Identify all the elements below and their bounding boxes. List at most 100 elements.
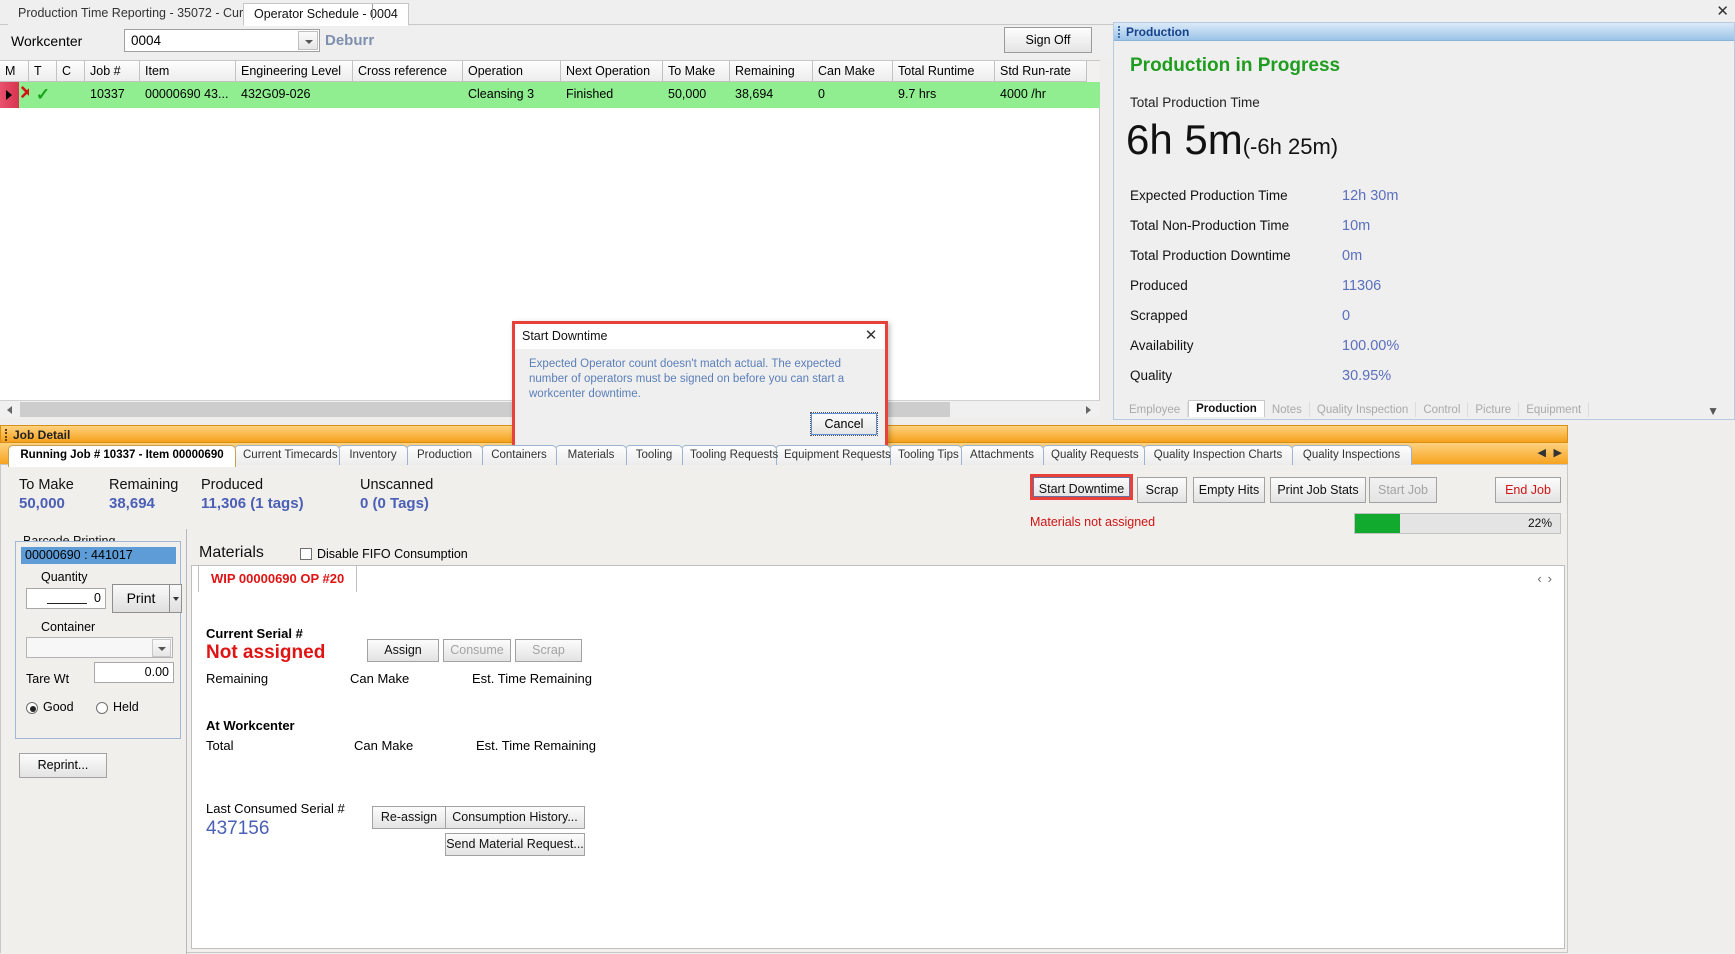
grid-column-header[interactable]: Job #	[85, 61, 140, 82]
stat-value: 50,000	[19, 495, 65, 512]
materials-wip-tab[interactable]: WIP 00000690 OP #20	[198, 565, 358, 592]
scrap-button[interactable]: Scrap	[1137, 477, 1187, 503]
empty-hits-button[interactable]: Empty Hits	[1193, 477, 1265, 503]
production-panel-expand-icon[interactable]: ▼	[1707, 404, 1719, 418]
start-job-button: Start Job	[1369, 477, 1437, 503]
job-detail-tab-tooling-tips[interactable]: Tooling Tips	[889, 445, 962, 465]
scroll-right-icon[interactable]	[1079, 401, 1096, 417]
grid-column-header[interactable]: To Make	[663, 61, 730, 82]
tabs-next-icon[interactable]: ▶	[1554, 446, 1562, 459]
start-downtime-button[interactable]: Start Downtime	[1030, 474, 1133, 500]
production-tab-control[interactable]: Control	[1416, 402, 1469, 417]
chevron-down-icon[interactable]	[152, 639, 171, 657]
metric-label: Expected Production Time	[1130, 188, 1288, 203]
job-detail-tab-materials[interactable]: Materials	[555, 445, 627, 465]
metric-value: 11306	[1342, 278, 1382, 294]
production-tab-employee[interactable]: Employee	[1122, 402, 1189, 417]
container-select[interactable]	[26, 637, 173, 658]
grid-column-header[interactable]: Cross reference	[353, 61, 463, 82]
radio-label: Held	[113, 700, 139, 714]
close-icon[interactable]: ✕	[1716, 2, 1729, 20]
tab-production-time-reporting[interactable]: Production Time Reporting - 35072 - Curr…	[8, 3, 275, 25]
close-icon[interactable]: ✕	[863, 328, 879, 344]
job-detail-tab-inventory[interactable]: Inventory	[338, 445, 408, 465]
consumption-history-button[interactable]: Consumption History...	[445, 806, 585, 829]
nav-prev-icon[interactable]: ‹	[1537, 571, 1547, 586]
print-job-stats-button[interactable]: Print Job Stats	[1270, 477, 1366, 503]
disable-fifo-checkbox[interactable]: Disable FIFO Consumption	[300, 547, 468, 561]
row-selector-icon[interactable]	[0, 82, 19, 108]
progress-percent-label: 22%	[1527, 516, 1552, 530]
workcenter-row: Workcenter 0004 Deburr	[0, 26, 1112, 58]
production-tab-picture[interactable]: Picture	[1468, 402, 1520, 417]
metric-label: Quality	[1130, 368, 1173, 383]
can-make-label: Can Make	[350, 671, 410, 686]
radio-held[interactable]: Held	[96, 700, 139, 714]
grid-column-header[interactable]: Std Run-rate	[995, 61, 1087, 82]
print-dropdown-icon[interactable]	[169, 584, 182, 613]
metric-row: Expected Production Time 12h 30m	[1130, 185, 1600, 215]
production-tab-notes[interactable]: Notes	[1265, 402, 1310, 417]
tab-operator-schedule[interactable]: Operator Schedule - 0004	[243, 3, 409, 26]
materials-warning: Materials not assigned	[1030, 515, 1156, 529]
grid-column-header[interactable]: Remaining	[730, 61, 813, 82]
total-production-time-value: 6h 5m(-6h 25m)	[1126, 116, 1338, 164]
grid-column-header[interactable]: Total Runtime	[893, 61, 995, 82]
cancel-button[interactable]: Cancel	[810, 412, 878, 436]
metric-value: 0m	[1342, 248, 1363, 264]
grid-column-header[interactable]: M	[0, 61, 29, 82]
job-detail-tab-containers[interactable]: Containers	[481, 445, 557, 465]
job-detail-tab-equipment-requests[interactable]: Equipment Requests	[775, 445, 891, 465]
grid-column-header[interactable]: Next Operation	[561, 61, 663, 82]
job-detail-tab-quality-inspections[interactable]: Quality Inspections	[1291, 445, 1412, 465]
job-detail-tab-running-job-10337-item-00000690[interactable]: Running Job # 10337 - Item 00000690	[8, 445, 236, 467]
tabs-prev-icon[interactable]: ◀	[1538, 446, 1546, 459]
job-detail-tab-attachments[interactable]: Attachments	[960, 445, 1044, 465]
assign-button[interactable]: Assign	[367, 639, 439, 662]
metric-label: Total Production Downtime	[1130, 248, 1291, 263]
radio-icon	[96, 702, 108, 714]
scroll-left-icon[interactable]	[2, 401, 19, 417]
production-tab-quality-inspection[interactable]: Quality Inspection	[1310, 402, 1417, 417]
grid-cell: Finished	[566, 87, 614, 101]
materials-nav[interactable]: ‹›	[1537, 571, 1558, 586]
nav-next-icon[interactable]: ›	[1548, 571, 1558, 586]
workcenter-select[interactable]: 0004	[124, 29, 320, 52]
job-detail-tab-tooling-requests[interactable]: Tooling Requests	[681, 445, 778, 465]
progress-fill	[1355, 514, 1401, 533]
job-detail-tab-production[interactable]: Production	[406, 445, 483, 465]
check-mark-icon: ✓	[35, 85, 51, 104]
job-detail-tab-quality-requests[interactable]: Quality Requests	[1042, 445, 1145, 465]
print-button[interactable]: Print	[112, 584, 170, 613]
grid-column-header[interactable]: Engineering Level	[236, 61, 353, 82]
barcode-selected-item[interactable]: 00000690 : 441017	[21, 547, 176, 564]
tare-weight-label: Tare Wt	[26, 672, 70, 686]
grid-column-header[interactable]: Can Make	[813, 61, 893, 82]
reassign-button[interactable]: Re-assign	[372, 806, 446, 829]
table-row[interactable]: ✕ ✓ 10337 00000690 43... 432G09-026 Cleansing…	[0, 82, 1100, 108]
sign-off-button[interactable]: Sign Off	[1004, 27, 1092, 53]
job-detail-tab-quality-inspection-charts[interactable]: Quality Inspection Charts	[1143, 445, 1293, 465]
grid-column-header[interactable]: C	[57, 61, 85, 82]
grid-column-header[interactable]: T	[29, 61, 57, 82]
radio-good[interactable]: Good	[26, 700, 74, 714]
metric-row: Total Non-Production Time 10m	[1130, 215, 1600, 245]
remaining-label: Remaining	[206, 671, 269, 686]
production-tab-production[interactable]: Production	[1188, 400, 1265, 417]
reprint-button[interactable]: Reprint...	[19, 753, 107, 778]
est-time-remaining-label: Est. Time Remaining	[472, 671, 592, 686]
tare-weight-input[interactable]: 0.00	[94, 662, 174, 683]
stat-label: Remaining	[109, 477, 179, 493]
metric-value: 0	[1342, 308, 1351, 324]
drag-grip-icon[interactable]	[5, 429, 7, 441]
end-job-button[interactable]: End Job	[1495, 477, 1561, 503]
chevron-down-icon[interactable]	[298, 31, 318, 50]
job-detail-tab-current-timecards[interactable]: Current Timecards	[234, 445, 340, 465]
grid-column-header[interactable]: Item	[140, 61, 236, 82]
production-tab-equipment[interactable]: Equipment	[1519, 402, 1590, 417]
send-material-request-button[interactable]: Send Material Request...	[445, 833, 585, 856]
drag-grip-icon[interactable]	[1118, 26, 1120, 38]
grid-column-header[interactable]: Operation	[463, 61, 561, 82]
quantity-input[interactable]: 0	[26, 588, 106, 609]
job-detail-tab-tooling[interactable]: Tooling	[625, 445, 683, 465]
